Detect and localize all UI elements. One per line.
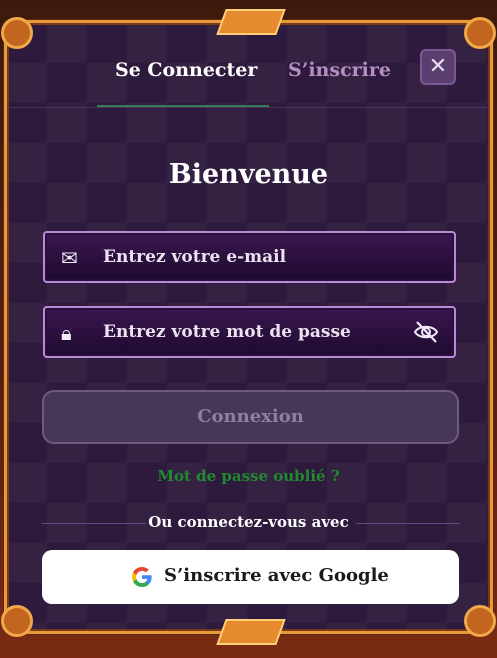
frame-corner-ornament bbox=[1, 17, 33, 49]
frame-top-ornament bbox=[215, 9, 286, 35]
auth-tabs: Se Connecter S’inscrire bbox=[7, 59, 490, 109]
frame-corner-ornament bbox=[464, 605, 496, 637]
divider-right bbox=[356, 523, 460, 524]
tab-register[interactable]: S’inscrire bbox=[288, 59, 391, 81]
password-placeholder: Entrez votre mot de passe bbox=[103, 322, 351, 342]
envelope-icon: ✉ bbox=[61, 246, 78, 270]
google-icon bbox=[132, 567, 152, 587]
google-button-label: S’inscrire avec Google bbox=[164, 565, 389, 586]
forgot-password-link[interactable]: Mot de passe oublié ? bbox=[7, 467, 490, 485]
frame-bottom-ornament bbox=[215, 619, 286, 645]
lock-icon: 🔒︎ bbox=[61, 321, 72, 345]
login-button[interactable]: Connexion bbox=[42, 390, 459, 444]
email-field[interactable]: ✉ Entrez votre e-mail bbox=[43, 231, 456, 283]
page-title: Bienvenue bbox=[168, 159, 329, 190]
frame-corner-ornament bbox=[1, 605, 33, 637]
google-signin-button[interactable]: S’inscrire avec Google bbox=[42, 550, 459, 604]
tabs-divider bbox=[7, 107, 490, 108]
tab-login[interactable]: Se Connecter bbox=[115, 59, 257, 81]
close-icon: ✕ bbox=[428, 54, 448, 79]
frame-corner-ornament bbox=[464, 17, 496, 49]
alt-login-label: Ou connectez-vous avec bbox=[148, 513, 349, 531]
email-placeholder: Entrez votre e-mail bbox=[103, 247, 287, 267]
close-button[interactable]: ✕ bbox=[420, 49, 456, 85]
login-modal: Se Connecter S’inscrire ✕ Bienvenue ✉ En… bbox=[1, 9, 496, 645]
eye-off-icon[interactable] bbox=[412, 318, 440, 346]
password-field[interactable]: 🔒︎ Entrez votre mot de passe bbox=[43, 306, 456, 358]
